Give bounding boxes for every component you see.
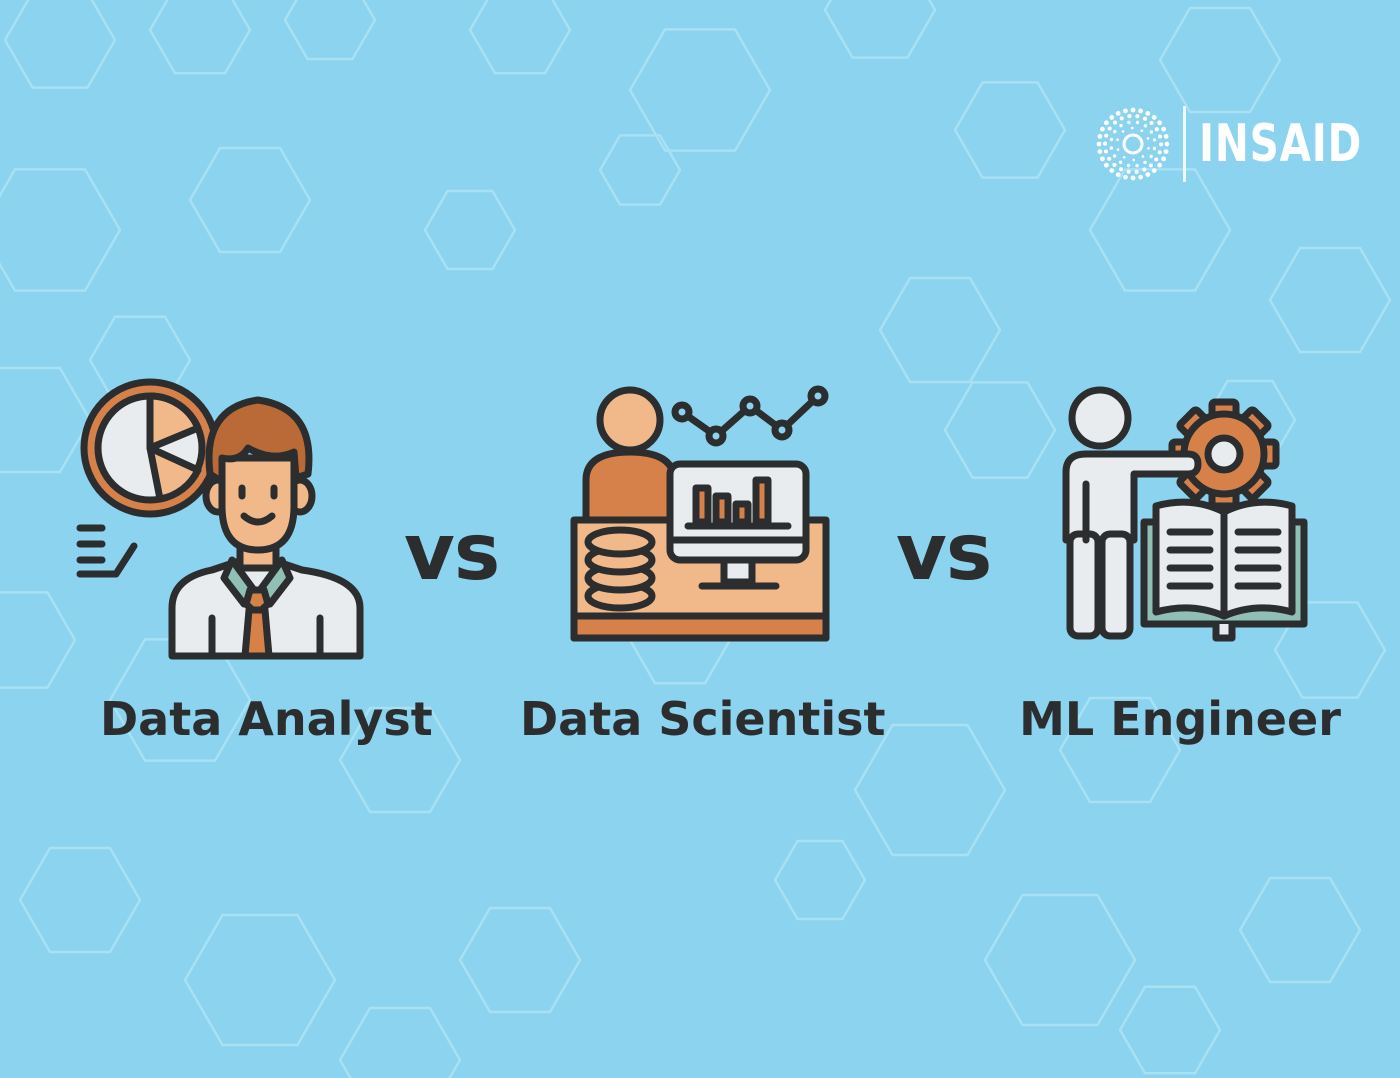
hexagon-outline [18,846,142,954]
hexagon-outline [953,81,1067,179]
data-analyst-icon [76,378,364,660]
hexagon-outline [878,276,1002,384]
hexagon-outline [1158,6,1282,114]
logo-divider [1183,106,1186,182]
hexagon-outline [598,134,682,206]
dotted-ring-logo-icon [1096,107,1170,181]
hexagon-outline [0,591,77,689]
hexagon-outline [148,0,252,75]
hexagon-outline [983,893,1137,1027]
hexagon-outline [458,906,582,1014]
hexagon-outline [3,0,117,89]
hexagon-outline [183,913,337,1047]
hexagon-outline [283,0,377,61]
hexagon-outline [188,146,312,254]
hexagon-outline [1238,876,1362,984]
data-scientist-icon [570,385,830,642]
hexagon-outline [773,839,867,921]
hexagon-outline [1118,985,1222,1075]
role-label-data-analyst: Data Analyst [100,692,433,746]
hexagon-outline [468,0,572,75]
insaid-logo[interactable]: INSAID [1095,102,1361,186]
hexagon-outline [338,1006,462,1078]
role-label-ml-engineer: ML Engineer [1019,692,1341,746]
versus-label-2: vs [896,508,992,598]
hexagon-outline [943,381,1057,479]
hexagon-outline [1088,168,1232,292]
brand-name: INSAID [1199,114,1363,174]
versus-label-1: vs [404,508,500,598]
hexagon-outline [1268,246,1392,354]
ml-engineer-icon [1062,386,1308,642]
hexagon-outline [628,28,772,152]
hexagon-outline [423,189,517,271]
role-label-data-scientist: Data Scientist [520,692,886,746]
hexagon-outline [823,0,937,59]
hexagon-outline [0,168,122,292]
